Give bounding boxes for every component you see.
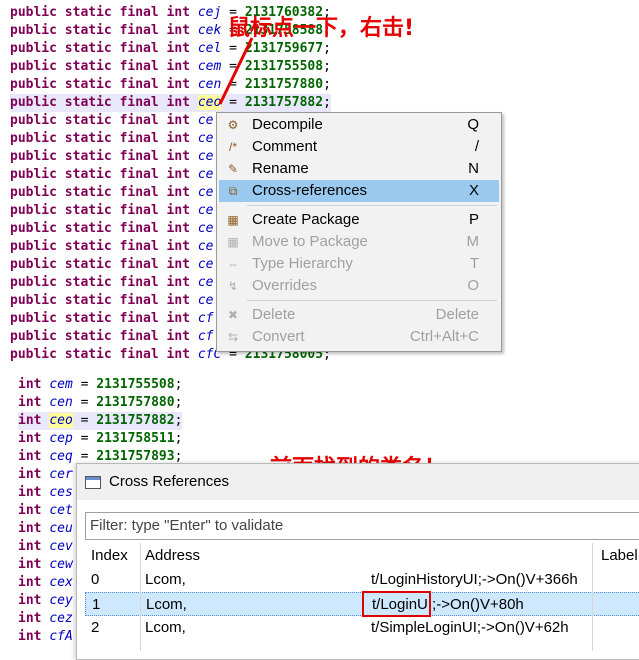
column-index-header[interactable]: Index — [91, 544, 128, 568]
row-index: 0 — [91, 571, 100, 588]
cross-references-dialog: Cross References Filter: type "Enter" to… — [76, 463, 639, 660]
column-address-header[interactable]: Address — [145, 544, 200, 568]
field-name[interactable]: cev — [49, 539, 72, 554]
field-name[interactable]: cet — [49, 503, 72, 518]
image-divider — [0, 366, 639, 370]
table-row[interactable]: 2 Lcom, t/SimpleLoginUI;->On()V+62h — [85, 616, 639, 640]
field-name[interactable]: ceo — [49, 413, 73, 428]
row-address: t/SimpleLoginUI;->On()V+62h — [371, 619, 569, 636]
filter-input[interactable]: Filter: type "Enter" to validate — [85, 512, 639, 540]
field-name[interactable]: cem — [49, 377, 72, 392]
field-name[interactable]: cfA — [49, 629, 72, 644]
keyword: int — [18, 431, 42, 446]
field-name[interactable]: cey — [49, 593, 72, 608]
row-index: 2 — [91, 619, 100, 636]
column-separator — [592, 543, 593, 651]
row-class: Lcom, — [145, 619, 186, 636]
field-name[interactable]: cex — [49, 575, 72, 590]
keyword: int — [18, 413, 42, 428]
keyword: int — [18, 575, 42, 590]
code-line[interactable]: int ceo = 2131757882; — [18, 412, 183, 430]
keyword: int — [18, 629, 42, 644]
dialog-title: Cross References — [109, 473, 230, 490]
field-name[interactable]: cez — [49, 611, 72, 626]
field-name[interactable]: cew — [49, 557, 72, 572]
keyword: int — [18, 467, 42, 482]
keyword: int — [18, 503, 42, 518]
highlight-box-loginui — [362, 591, 431, 617]
code-line[interactable]: int cem = 2131755508; — [18, 376, 182, 394]
row-address: t/LoginHistoryUI;->On()V+366h — [371, 571, 578, 588]
field-name[interactable]: cep — [49, 431, 72, 446]
window-icon — [85, 476, 101, 489]
field-name[interactable]: cer — [49, 467, 72, 482]
column-separator — [140, 543, 141, 651]
keyword: int — [18, 593, 42, 608]
field-name[interactable]: cen — [49, 395, 72, 410]
field-value: 2131757882 — [96, 413, 175, 428]
table-header: Index Address Label — [85, 544, 639, 568]
keyword: int — [18, 521, 42, 536]
field-name[interactable]: ces — [49, 485, 72, 500]
code-line[interactable]: int cen = 2131757880; — [18, 394, 182, 412]
keyword: int — [18, 557, 42, 572]
field-value: 2131757893 — [96, 449, 175, 464]
keyword: int — [18, 485, 42, 500]
keyword: int — [18, 611, 42, 626]
arrow-to-ceo — [218, 37, 254, 105]
keyword: int — [18, 395, 42, 410]
field-value: 2131755508 — [96, 377, 175, 392]
table-row[interactable]: 0 Lcom, t/LoginHistoryUI;->On()V+366h — [85, 568, 639, 592]
field-name[interactable]: ceq — [49, 449, 72, 464]
column-label-header[interactable]: Label — [601, 544, 638, 568]
field-name[interactable]: ceu — [49, 521, 72, 536]
keyword: int — [18, 539, 42, 554]
dialog-title-bar[interactable]: Cross References — [77, 464, 639, 500]
keyword: int — [18, 449, 42, 464]
keyword: int — [18, 377, 42, 392]
row-class: Lcom, — [145, 571, 186, 588]
code-line[interactable]: int cep = 2131758511; — [18, 430, 182, 448]
row-class: Lcom, — [146, 596, 187, 613]
row-index: 1 — [92, 596, 101, 613]
field-value: 2131757880 — [96, 395, 175, 410]
field-value: 2131758511 — [96, 431, 175, 446]
